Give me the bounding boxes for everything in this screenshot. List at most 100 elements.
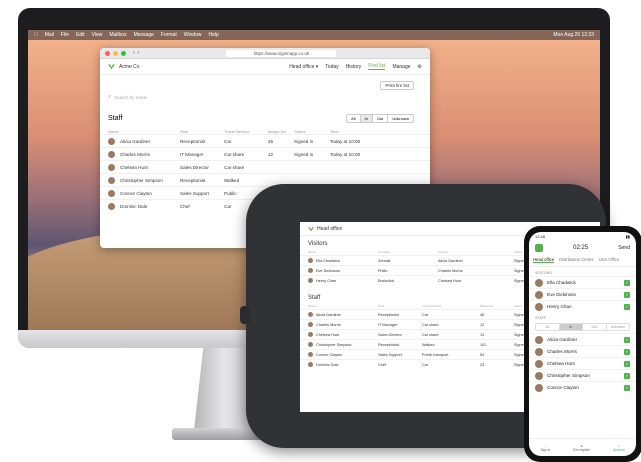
checkbox-checked-icon[interactable]: ✓ bbox=[624, 303, 630, 310]
menu-view[interactable]: View bbox=[92, 32, 103, 38]
browser-titlebar: ‹ › https://www.signinapp.co.uk bbox=[100, 48, 430, 59]
person-name: Alicia Gardiner bbox=[547, 337, 578, 342]
company-cell: Brainclick bbox=[378, 278, 395, 283]
table-row[interactable]: Charles Morris IT Manager Car share 12 Signe… bbox=[100, 147, 430, 160]
menubar-clock[interactable]: Mon Aug 20 12:33 bbox=[553, 32, 594, 38]
tab-fire-register[interactable]: ⊞ Fire register bbox=[573, 444, 590, 452]
visiting-cell: Alicia Gardiner bbox=[438, 258, 463, 263]
filter-all[interactable]: All bbox=[536, 324, 560, 330]
logo-icon bbox=[308, 226, 314, 231]
person-name: Charles Morris bbox=[547, 349, 577, 354]
list-item[interactable]: Alicia Gardiner ✓ bbox=[529, 333, 636, 345]
nav-today[interactable]: Today bbox=[325, 64, 338, 70]
gear-icon[interactable]: ⚙ bbox=[418, 64, 422, 70]
travel-cell: Car share bbox=[422, 322, 439, 327]
filter-unknown[interactable]: Unknown bbox=[388, 115, 413, 122]
checkbox-checked-icon[interactable]: ✓ bbox=[624, 291, 630, 298]
avatar bbox=[108, 163, 115, 171]
checkbox-checked-icon[interactable]: ✓ bbox=[624, 384, 630, 391]
phone-screen: 12:48 ▮▮ 02:25 Send Head office Distribu… bbox=[529, 232, 636, 456]
table-row[interactable]: Alicia Gardiner Receptionist Car 45 Signed i… bbox=[100, 134, 430, 147]
filter-out[interactable]: Out bbox=[583, 324, 607, 330]
visitor-name: Henry Chan bbox=[316, 278, 337, 283]
filter-all[interactable]: All bbox=[347, 115, 361, 122]
staff-name: Connor Clayton bbox=[120, 190, 152, 196]
name-cell: Chelsea Hunt bbox=[308, 332, 378, 337]
menu-format[interactable]: Format bbox=[161, 32, 177, 38]
staff-name: Alicia Gardiner bbox=[316, 312, 341, 317]
tab-head-office[interactable]: Head office bbox=[533, 257, 555, 263]
avatar bbox=[108, 176, 115, 184]
nav-manage[interactable]: Manage bbox=[392, 64, 410, 70]
name-cell: Charles Morris bbox=[308, 322, 378, 327]
avatar bbox=[308, 278, 313, 283]
tab-sign-in[interactable]: ♡ Sign in bbox=[540, 444, 550, 452]
avatar bbox=[308, 352, 313, 357]
list-item[interactable]: Charles Morris ✓ bbox=[529, 345, 636, 357]
minimize-icon[interactable] bbox=[113, 50, 118, 56]
tablet-location: Head office bbox=[317, 225, 343, 232]
filter-unknown[interactable]: Unknown bbox=[607, 324, 630, 330]
filter-in[interactable]: In bbox=[360, 115, 373, 122]
badge-cell: 23 bbox=[480, 362, 485, 367]
menu-edit[interactable]: Edit bbox=[76, 32, 85, 38]
url-bar[interactable]: https://www.signinapp.co.uk bbox=[226, 49, 337, 57]
role-cell: Sales Support bbox=[180, 190, 209, 196]
menu-message[interactable]: Message bbox=[134, 32, 154, 38]
menu-help[interactable]: Help bbox=[209, 32, 219, 38]
filter-out[interactable]: Out bbox=[373, 115, 389, 122]
app-icon[interactable] bbox=[535, 244, 543, 252]
staff-name: Alicia Gardiner bbox=[120, 138, 151, 144]
nav-history[interactable]: History bbox=[346, 64, 362, 70]
zoom-icon[interactable] bbox=[121, 50, 126, 56]
name-cell: Connor Clayton bbox=[108, 189, 180, 197]
checkbox-checked-icon[interactable]: ✓ bbox=[624, 360, 630, 367]
name-cell: Ella Chadwick bbox=[308, 258, 378, 263]
menu-mailbox[interactable]: Mailbox bbox=[109, 32, 126, 38]
list-item[interactable]: Connor Clayton ✓ bbox=[529, 381, 636, 393]
staff-filter: All In Out Unknown bbox=[346, 114, 414, 123]
tab-account[interactable]: ☺ Account bbox=[613, 444, 625, 452]
name-cell: Connor Clayton bbox=[308, 352, 378, 357]
nav-find-list[interactable]: Find list bbox=[368, 63, 386, 70]
list-item[interactable]: Ella Chadwick ✓ bbox=[529, 276, 636, 288]
name-cell: Alicia Gardiner bbox=[108, 137, 180, 145]
phone-staff-list: Alicia Gardiner ✓ Charles Morris ✓ Chelsea H… bbox=[529, 333, 636, 393]
list-item[interactable]: Chelsea Hunt ✓ bbox=[529, 357, 636, 369]
apple-icon[interactable]:  bbox=[34, 32, 38, 38]
time-cell: Today at 10:00 bbox=[330, 138, 361, 144]
tab-usa-office[interactable]: USA Office bbox=[599, 257, 619, 263]
send-button[interactable]: Send bbox=[618, 245, 630, 251]
back-icon[interactable]: ‹ bbox=[133, 50, 135, 56]
avatar bbox=[108, 137, 115, 145]
person-name: Connor Clayton bbox=[547, 385, 579, 390]
checkbox-checked-icon[interactable]: ✓ bbox=[624, 348, 630, 355]
checkbox-checked-icon[interactable]: ✓ bbox=[624, 336, 630, 343]
visitor-name: Ella Chadwick bbox=[316, 258, 340, 263]
menu-window[interactable]: Window bbox=[184, 32, 202, 38]
list-item[interactable]: Henry Chan ✓ bbox=[529, 300, 636, 312]
menu-file[interactable]: File bbox=[61, 32, 69, 38]
role-cell: Sales Support bbox=[378, 352, 402, 357]
logo-icon bbox=[108, 64, 115, 70]
filter-in[interactable]: In bbox=[559, 324, 583, 330]
avatar bbox=[108, 150, 115, 158]
list-item[interactable]: Christopher Simpson ✓ bbox=[529, 369, 636, 381]
checkbox-checked-icon[interactable]: ✓ bbox=[624, 372, 630, 379]
close-icon[interactable] bbox=[105, 50, 110, 56]
role-cell: Receptionist bbox=[378, 342, 399, 347]
menu-mail[interactable]: Mail bbox=[45, 32, 54, 38]
table-row[interactable]: Chelsea Hunt Sales Director Car share bbox=[100, 160, 430, 173]
name-cell: Charles Morris bbox=[108, 150, 180, 158]
name-cell: Dominic Dale bbox=[308, 362, 378, 367]
list-item[interactable]: Eve Dickinson ✓ bbox=[529, 288, 636, 300]
print-fire-list-button[interactable]: Print fire list bbox=[380, 81, 414, 90]
avatar bbox=[308, 342, 313, 347]
tab-distribution-centre[interactable]: Distribution Centre bbox=[559, 257, 594, 263]
checkbox-checked-icon[interactable]: ✓ bbox=[624, 279, 630, 286]
phone-status-bar: 12:48 ▮▮ bbox=[529, 232, 636, 241]
search-input[interactable]: Search by name bbox=[114, 95, 147, 100]
forward-icon[interactable]: › bbox=[138, 50, 140, 56]
location-select[interactable]: Head office ▾ bbox=[289, 64, 318, 70]
badge-cell: 54 bbox=[480, 352, 485, 357]
